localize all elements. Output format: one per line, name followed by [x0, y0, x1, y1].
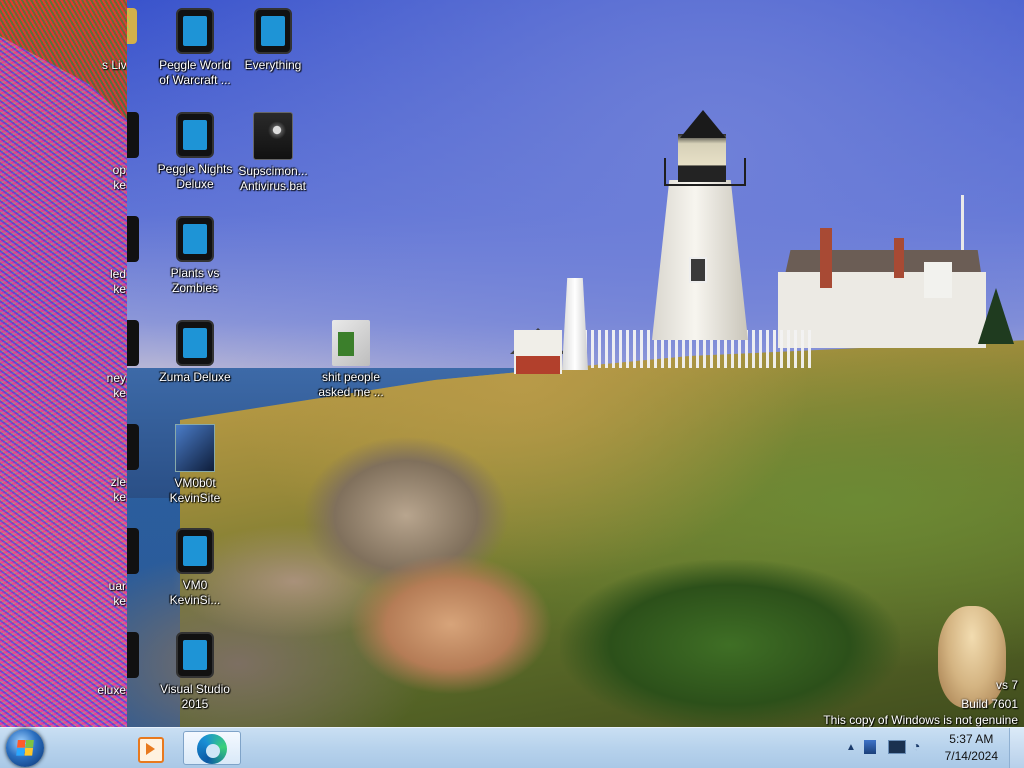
wallpaper-chimney — [820, 228, 832, 288]
partial-icon-label: led ke — [109, 267, 126, 296]
action-center-icon[interactable] — [864, 740, 876, 754]
partial-icon[interactable] — [127, 112, 139, 158]
app-icon — [254, 8, 292, 54]
folder-icon — [332, 320, 370, 366]
desktop-icon-plants-vs-zombies[interactable]: Plants vs Zombies — [157, 216, 233, 296]
partial-icon[interactable] — [127, 632, 139, 678]
start-button[interactable] — [6, 729, 44, 767]
partial-icon-label: zle ke — [110, 475, 126, 504]
app-icon — [176, 632, 214, 678]
icon-label: shit people asked me ... — [318, 370, 384, 399]
icon-label: Everything — [244, 58, 302, 72]
icon-label: Peggle World of Warcraft ... — [159, 58, 231, 87]
partial-icon-label: s Live — [102, 58, 126, 72]
batch-file-icon — [253, 112, 293, 160]
shortcut-image-icon — [175, 424, 215, 472]
hamster-sticker — [938, 606, 1006, 708]
watermark-line2: Build 7601 — [961, 697, 1018, 711]
app-icon — [176, 112, 214, 158]
partial-icon[interactable] — [127, 216, 139, 262]
system-tray: ▲ ◔ 5:37 AM 7/14/2024 — [834, 728, 1024, 768]
desktop-icon-peggle-wow[interactable]: Peggle World of Warcraft ... — [157, 8, 233, 88]
desktop-icon-antivirus-bat[interactable]: Supscimon... Antivirus.bat — [235, 112, 311, 194]
partial-icon-label: eluxe — [97, 683, 126, 697]
clock[interactable]: 5:37 AM 7/14/2024 — [945, 731, 998, 765]
wallpaper-dormer — [924, 262, 952, 298]
wallpaper-chimney — [894, 238, 904, 278]
clock-time: 5:37 AM — [949, 732, 994, 746]
desktop-icon-folder[interactable]: shit people asked me ... — [313, 320, 389, 400]
volume-icon[interactable]: ◔ — [912, 738, 920, 754]
icon-label: VM0 KevinSi... — [169, 578, 221, 607]
partial-icon[interactable] — [127, 528, 139, 574]
network-icon[interactable] — [888, 740, 906, 754]
taskbar-edge-button[interactable] — [183, 731, 241, 765]
show-desktop-button[interactable] — [1009, 728, 1024, 768]
partial-icon[interactable] — [127, 8, 137, 44]
watermark-line1: vs 7 — [995, 678, 1018, 692]
desktop-icon-everything[interactable]: Everything — [235, 8, 311, 73]
wallpaper-lighthouse-window — [689, 257, 707, 283]
wallpaper-shed-base — [516, 356, 560, 374]
app-icon — [176, 8, 214, 54]
watermark-genuine-notice: This copy of Windows is not genuine — [823, 713, 1018, 727]
desktop-icon-visual-studio[interactable]: Visual Studio 2015 — [157, 632, 233, 712]
icon-label: Supscimon... Antivirus.bat — [238, 164, 308, 193]
desktop-icon-vm0b0t[interactable]: VM0b0t KevinSite — [157, 424, 233, 506]
partial-icon-label: uar ke — [108, 579, 126, 608]
desktop-icon-peggle-nights[interactable]: Peggle Nights Deluxe — [157, 112, 233, 192]
media-player-icon — [138, 737, 164, 763]
show-hidden-icons-icon[interactable]: ▲ — [846, 742, 856, 753]
wallpaper-lighthouse-gallery — [664, 158, 746, 186]
desktop-icon-vm0[interactable]: VM0 KevinSi... — [157, 528, 233, 608]
partial-icon-label: ney ke — [106, 371, 126, 400]
partial-icon[interactable] — [127, 424, 139, 470]
partial-icon-label: op ke — [112, 163, 126, 192]
app-icon — [176, 528, 214, 574]
icon-label: Zuma Deluxe — [159, 370, 231, 384]
taskbar: ▲ ◔ 5:37 AM 7/14/2024 — [0, 727, 1024, 768]
icon-label: Visual Studio 2015 — [160, 682, 230, 711]
app-icon — [176, 320, 214, 366]
clock-date: 7/14/2024 — [944, 749, 998, 763]
partial-icon[interactable] — [127, 320, 139, 366]
icon-label: VM0b0t KevinSite — [169, 476, 221, 505]
desktop-icon-zuma-deluxe[interactable]: Zuma Deluxe — [157, 320, 233, 385]
taskbar-media-player-button[interactable] — [130, 731, 170, 765]
icon-label: Plants vs Zombies — [170, 266, 220, 295]
edge-icon — [197, 734, 227, 764]
wallpaper-bush — [560, 560, 900, 730]
icon-label: Peggle Nights Deluxe — [157, 162, 233, 191]
app-icon — [176, 216, 214, 262]
